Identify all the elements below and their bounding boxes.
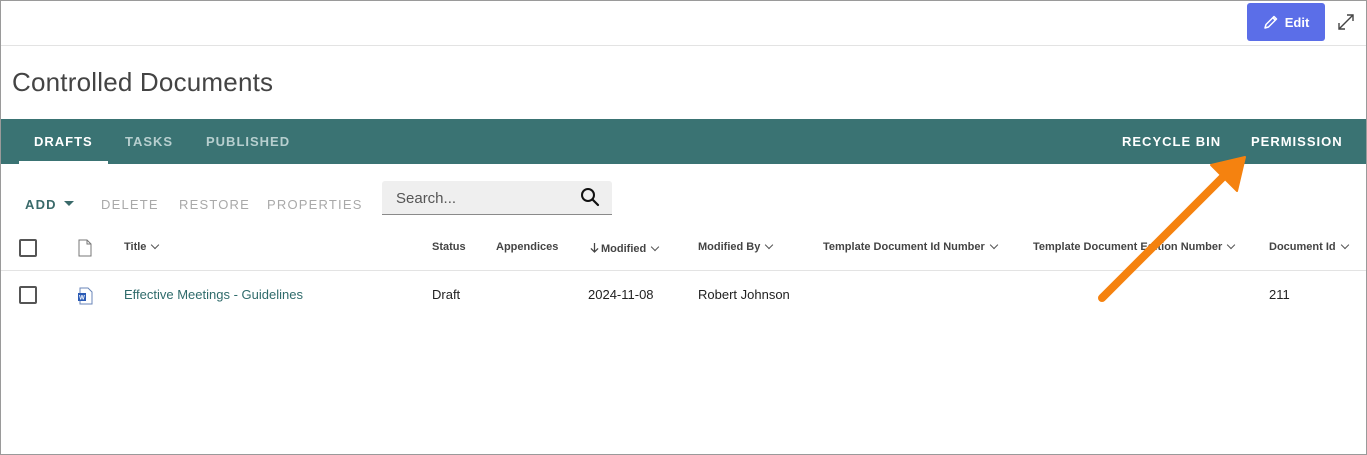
tab-drafts[interactable]: DRAFTS <box>19 119 108 164</box>
tab-permission[interactable]: PERMISSION <box>1251 119 1343 164</box>
top-bar: Edit <box>1 1 1366 46</box>
app-frame: Edit Controlled Documents DRAFTS TASKS P… <box>0 0 1367 455</box>
column-modified-by-label: Modified By <box>698 241 761 253</box>
chevron-down-icon <box>151 240 160 250</box>
search-box <box>382 181 612 215</box>
search-input[interactable] <box>394 187 568 209</box>
pencil-icon <box>1263 15 1277 29</box>
restore-button[interactable]: RESTORE <box>179 197 250 212</box>
column-document-id-label: Document Id <box>1269 241 1336 253</box>
expand-icon[interactable] <box>1337 13 1355 31</box>
tab-recycle-bin[interactable]: RECYCLE BIN <box>1122 119 1221 164</box>
chevron-down-icon <box>650 242 660 252</box>
page-title: Controlled Documents <box>12 67 274 97</box>
column-template-edition[interactable]: Template Document Edition Number <box>1033 240 1236 253</box>
library-tabs: DRAFTS TASKS PUBLISHED RECYCLE BIN PERMI… <box>1 119 1366 164</box>
column-document-id[interactable]: Document Id <box>1269 240 1349 253</box>
column-modified-label: Modified <box>601 243 647 255</box>
document-icon <box>78 239 92 257</box>
chevron-down-icon <box>765 240 774 250</box>
edit-button[interactable]: Edit <box>1247 3 1325 41</box>
properties-button[interactable]: PROPERTIES <box>267 197 363 212</box>
chevron-down-icon <box>1227 240 1236 250</box>
search-icon[interactable] <box>580 187 600 207</box>
add-button[interactable]: ADD <box>25 197 74 212</box>
row-modified-by: Robert Johnson <box>698 287 790 302</box>
tab-published[interactable]: PUBLISHED <box>206 119 290 164</box>
column-modified-by[interactable]: Modified By <box>698 240 774 253</box>
column-title[interactable]: Title <box>124 240 160 253</box>
column-modified[interactable]: Modified <box>590 241 660 255</box>
caret-down-icon <box>63 201 74 207</box>
column-template-id-label: Template Document Id Number <box>823 241 985 253</box>
chevron-down-icon <box>989 240 999 250</box>
select-all-checkbox[interactable] <box>19 239 37 257</box>
delete-button[interactable]: DELETE <box>101 197 159 212</box>
word-file-icon: W <box>78 287 93 305</box>
row-status: Draft <box>432 287 461 302</box>
column-title-label: Title <box>124 241 147 253</box>
column-template-id[interactable]: Template Document Id Number <box>823 240 999 253</box>
add-label: ADD <box>25 197 57 212</box>
row-document-id: 211 <box>1269 287 1290 302</box>
tab-tasks[interactable]: TASKS <box>125 119 173 164</box>
row-modified: 2024-11-08 <box>588 287 654 302</box>
column-status[interactable]: Status <box>432 241 466 253</box>
sort-down-arrow-icon <box>590 243 599 253</box>
row-checkbox[interactable] <box>19 286 37 304</box>
svg-text:W: W <box>79 296 85 302</box>
row-title-link[interactable]: Effective Meetings - Guidelines <box>124 287 303 302</box>
column-template-edition-label: Template Document Edition Number <box>1033 241 1223 253</box>
chevron-down-icon <box>1340 240 1349 250</box>
column-appendices[interactable]: Appendices <box>496 241 558 253</box>
header-divider <box>1 270 1366 271</box>
edit-button-label: Edit <box>1284 14 1310 30</box>
